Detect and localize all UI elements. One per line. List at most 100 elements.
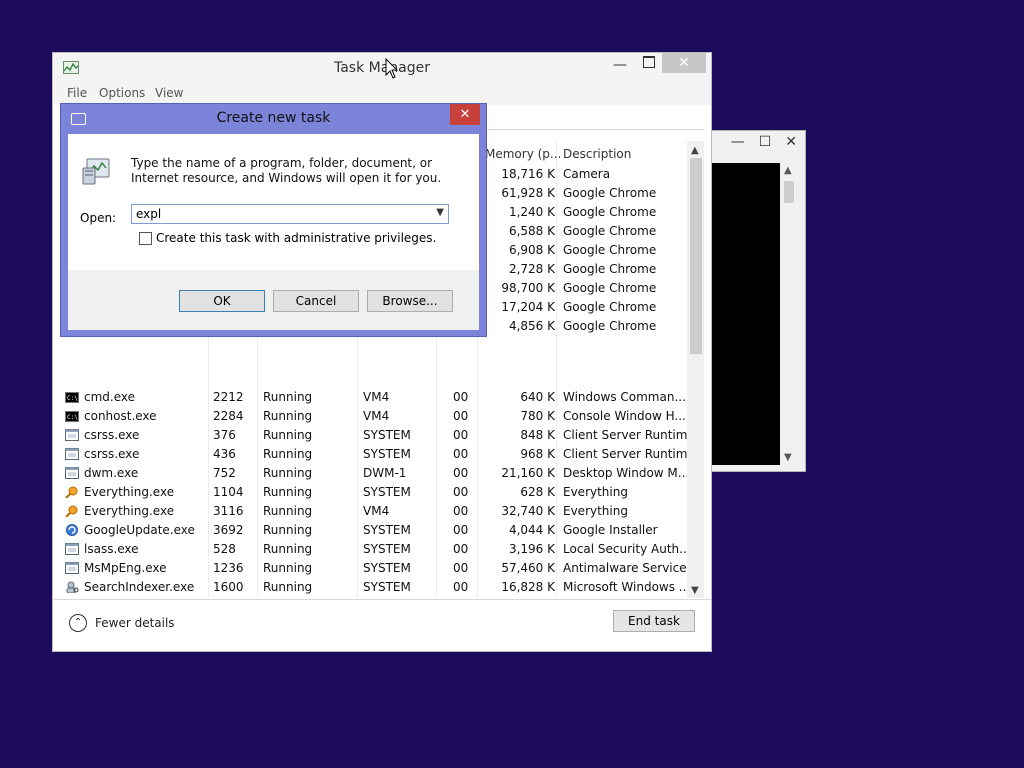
cpu-cell: 00	[453, 466, 469, 480]
table-row[interactable]: C:\ conhost.exe 2284 Running VM4 00 780 …	[59, 407, 687, 426]
scroll-down-icon[interactable]: ▼	[691, 585, 699, 596]
process-name-cell: dwm.exe	[84, 466, 139, 480]
table-row[interactable]: Everything.exe 1104 Running SYSTEM 00 62…	[59, 483, 687, 502]
status-cell: Running	[263, 485, 313, 499]
pid-cell: 3692	[213, 523, 244, 537]
admin-privileges-checkbox[interactable]: Create this task with administrative pri…	[139, 231, 436, 245]
console-icon: C:\	[65, 411, 79, 422]
maximize-icon[interactable]: ☐	[759, 134, 772, 150]
scroll-thumb[interactable]	[784, 181, 794, 203]
process-name-cell: Everything.exe	[84, 504, 175, 518]
description-cell: Microsoft Windows ...	[563, 580, 687, 594]
description-cell: Client Server Runtim...	[563, 447, 687, 461]
process-name-cell: csrss.exe	[84, 447, 140, 461]
scroll-down-icon[interactable]: ▼	[784, 452, 792, 463]
open-label: Open:	[80, 211, 117, 225]
magnifier-icon	[65, 505, 78, 517]
minimize-icon[interactable]: —	[731, 134, 745, 150]
table-row[interactable]: Everything.exe 3116 Running VM4 00 32,74…	[59, 502, 687, 521]
cpu-cell: 00	[453, 428, 469, 442]
table-row[interactable]: services.exe 512 Running SYSTEM 00 2,264…	[59, 597, 687, 598]
description-cell: Everything	[563, 485, 628, 499]
scroll-up-icon[interactable]: ▲	[691, 145, 699, 156]
description-cell: Google Chrome	[563, 186, 657, 200]
status-cell: Running	[263, 504, 313, 518]
ok-button[interactable]: OK	[179, 290, 265, 312]
status-cell: Running	[263, 447, 313, 461]
table-row[interactable]: lsass.exe 528 Running SYSTEM 00 3,196 K …	[59, 540, 687, 559]
pid-cell: 2212	[213, 390, 244, 404]
memory-cell: 17,204 K	[501, 300, 555, 314]
cpu-cell: 00	[453, 542, 469, 556]
scroll-up-icon[interactable]: ▲	[784, 165, 792, 176]
description-cell: Everything	[563, 504, 628, 518]
description-cell: Client Server Runtim...	[563, 428, 687, 442]
chevron-down-icon[interactable]: ▼	[436, 207, 444, 218]
end-task-button[interactable]: End task	[613, 610, 695, 632]
admin-privileges-label: Create this task with administrative pri…	[156, 231, 437, 245]
console-scrollbar[interactable]: ▲ ▼	[781, 163, 797, 465]
magnifier-icon	[65, 486, 78, 498]
process-name-cell: lsass.exe	[84, 542, 139, 556]
menu-view[interactable]: View	[155, 86, 183, 100]
pid-cell: 752	[213, 466, 236, 480]
memory-cell: 1,240 K	[508, 205, 555, 219]
console-window[interactable]: — ☐ ✕ ▲ ▼	[700, 130, 806, 472]
pid-cell: 436	[213, 447, 236, 461]
create-new-task-dialog: Create new task ✕ Type the name of a pro…	[60, 103, 487, 337]
column-header-description[interactable]: Description	[563, 147, 631, 161]
process-name-cell: Everything.exe	[84, 485, 175, 499]
description-cell: Google Chrome	[563, 262, 657, 276]
close-button[interactable]: ✕	[662, 53, 706, 73]
fewer-details-link[interactable]: ⌃ Fewer details	[69, 614, 175, 632]
svg-text:C:\: C:\	[67, 395, 78, 402]
table-row[interactable]: SearchIndexer.exe 1600 Running SYSTEM 00…	[59, 578, 687, 597]
minimize-button[interactable]: —	[613, 57, 627, 73]
table-row[interactable]: MsMpEng.exe 1236 Running SYSTEM 00 57,46…	[59, 559, 687, 578]
title-bar[interactable]: Task Manager — ✕	[53, 53, 711, 83]
maximize-button[interactable]	[643, 56, 655, 68]
cancel-button[interactable]: Cancel	[273, 290, 359, 312]
table-row[interactable]: csrss.exe 376 Running SYSTEM 00 848 K Cl…	[59, 426, 687, 445]
pid-cell: 376	[213, 428, 236, 442]
menu-file[interactable]: File	[67, 86, 87, 100]
process-name-cell: GoogleUpdate.exe	[84, 523, 195, 537]
pid-cell: 3116	[213, 504, 244, 518]
close-icon[interactable]: ✕	[785, 134, 797, 150]
table-row[interactable]: GoogleUpdate.exe 3692 Running SYSTEM 00 …	[59, 521, 687, 540]
memory-cell: 18,716 K	[501, 167, 555, 181]
status-cell: Running	[263, 428, 313, 442]
table-row[interactable]: csrss.exe 436 Running SYSTEM 00 968 K Cl…	[59, 445, 687, 464]
open-input[interactable]	[136, 207, 426, 221]
checkbox-box[interactable]	[139, 231, 152, 245]
scroll-thumb[interactable]	[690, 158, 702, 354]
console-screen[interactable]	[712, 163, 780, 465]
description-cell: Local Security Auth...	[563, 542, 687, 556]
pid-cell: 1104	[213, 485, 244, 499]
description-cell: Desktop Window M...	[563, 466, 687, 480]
table-row[interactable]: C:\ cmd.exe 2212 Running VM4 00 640 K Wi…	[59, 388, 687, 407]
pid-cell: 2284	[213, 409, 244, 423]
user-cell: VM4	[363, 409, 390, 423]
table-row[interactable]: dwm.exe 752 Running DWM-1 00 21,160 K De…	[59, 464, 687, 483]
process-list-scrollbar[interactable]: ▲ ▼	[687, 141, 704, 598]
browse-button[interactable]: Browse...	[367, 290, 453, 312]
description-cell: Google Chrome	[563, 243, 657, 257]
memory-cell: 21,160 K	[501, 466, 555, 480]
pid-cell: 1236	[213, 561, 244, 575]
dialog-close-button[interactable]: ✕	[450, 104, 480, 125]
memory-cell: 61,928 K	[501, 186, 555, 200]
memory-cell: 57,460 K	[501, 561, 555, 575]
menu-options[interactable]: Options	[99, 86, 145, 100]
window-icon	[65, 429, 79, 441]
open-combobox[interactable]: ▼	[131, 204, 449, 224]
user-cell: VM4	[363, 504, 390, 518]
column-header-memory[interactable]: Memory (p...	[485, 147, 561, 161]
memory-cell: 780 K	[520, 409, 555, 423]
status-cell: Running	[263, 390, 313, 404]
description-cell: Windows Comman...	[563, 390, 686, 404]
pid-cell: 528	[213, 542, 236, 556]
memory-cell: 6,908 K	[508, 243, 555, 257]
fewer-details-label: Fewer details	[95, 616, 175, 630]
description-cell: Camera	[563, 167, 611, 181]
